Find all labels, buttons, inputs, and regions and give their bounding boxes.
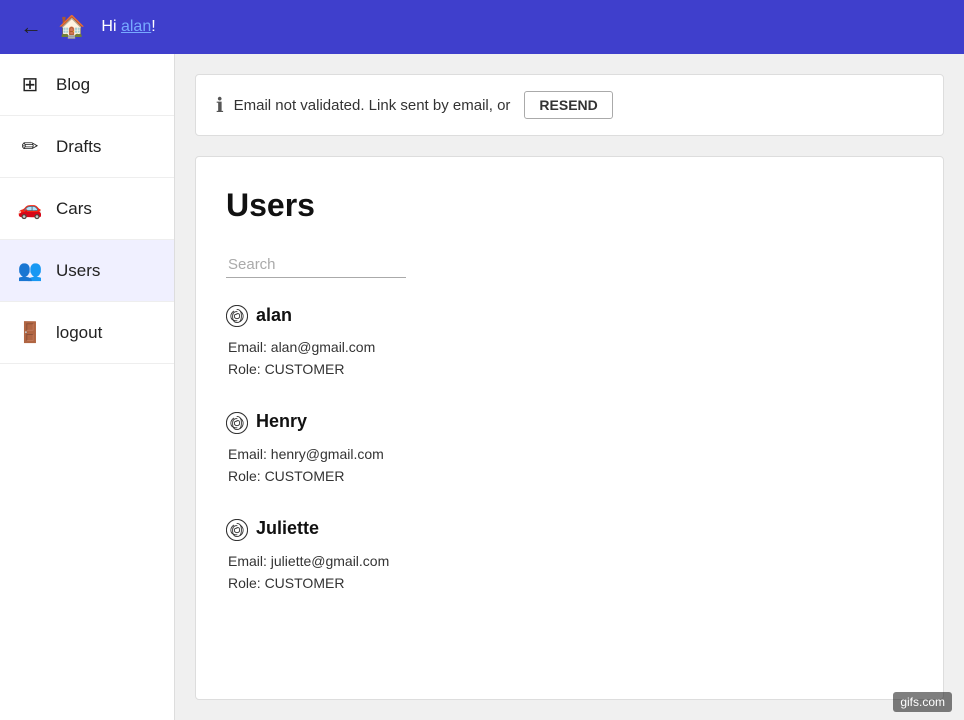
sidebar-label-blog: Blog (56, 75, 90, 95)
info-icon: ℹ (216, 93, 224, 118)
user-name: Henry (256, 411, 307, 432)
user-name-row: alan (226, 302, 913, 328)
sidebar-item-logout[interactable]: 🚪 logout (0, 302, 174, 364)
grid-icon: ⊞ (16, 72, 44, 97)
alert-banner: ℹ Email not validated. Link sent by emai… (195, 74, 944, 136)
users-icon: 👥 (16, 258, 44, 283)
alert-message: Email not validated. Link sent by email,… (234, 97, 511, 114)
users-panel: Users alan Email: alan@gmail.com Role: C… (195, 156, 944, 700)
sidebar-label-logout: logout (56, 323, 102, 343)
page-title: Users (226, 187, 913, 224)
sidebar-label-cars: Cars (56, 199, 92, 219)
user-email: Email: juliette@gmail.com (228, 550, 913, 572)
greeting-suffix: ! (151, 18, 155, 35)
main-layout: ⊞ Blog ✏ Drafts 🚗 Cars 👥 Users 🚪 logout … (0, 54, 964, 720)
user-name-row: Juliette (226, 516, 913, 542)
fingerprint-icon (226, 409, 248, 435)
user-item: Juliette Email: juliette@gmail.com Role:… (226, 516, 913, 595)
user-item: Henry Email: henry@gmail.com Role: CUSTO… (226, 409, 913, 488)
resend-button[interactable]: RESEND (524, 91, 612, 119)
username-link[interactable]: alan (121, 18, 151, 35)
search-input[interactable] (226, 252, 406, 278)
user-role: Role: CUSTOMER (228, 465, 913, 487)
user-role: Role: CUSTOMER (228, 572, 913, 594)
user-name: alan (256, 305, 292, 326)
user-name-row: Henry (226, 409, 913, 435)
user-email: Email: henry@gmail.com (228, 443, 913, 465)
back-button[interactable]: ← (20, 14, 42, 40)
sidebar-label-users: Users (56, 261, 100, 281)
sidebar-item-cars[interactable]: 🚗 Cars (0, 178, 174, 240)
greeting-prefix: Hi (101, 18, 121, 35)
user-item: alan Email: alan@gmail.com Role: CUSTOME… (226, 302, 913, 381)
user-role: Role: CUSTOMER (228, 358, 913, 380)
sidebar-item-blog[interactable]: ⊞ Blog (0, 54, 174, 116)
watermark: gifs.com (893, 692, 952, 712)
fingerprint-icon (226, 302, 248, 328)
home-button[interactable]: 🏠 (58, 14, 85, 40)
sidebar-label-drafts: Drafts (56, 137, 101, 157)
top-bar: ← 🏠 Hi alan! (0, 0, 964, 54)
pencil-icon: ✏ (16, 134, 44, 159)
content-area: ℹ Email not validated. Link sent by emai… (175, 54, 964, 720)
user-list: alan Email: alan@gmail.com Role: CUSTOME… (226, 302, 913, 594)
greeting: Hi alan! (101, 18, 155, 36)
user-email: Email: alan@gmail.com (228, 336, 913, 358)
sidebar: ⊞ Blog ✏ Drafts 🚗 Cars 👥 Users 🚪 logout (0, 54, 175, 720)
fingerprint-icon (226, 516, 248, 542)
sidebar-item-users[interactable]: 👥 Users (0, 240, 174, 302)
logout-icon: 🚪 (16, 320, 44, 345)
sidebar-item-drafts[interactable]: ✏ Drafts (0, 116, 174, 178)
car-icon: 🚗 (16, 196, 44, 221)
user-name: Juliette (256, 518, 319, 539)
